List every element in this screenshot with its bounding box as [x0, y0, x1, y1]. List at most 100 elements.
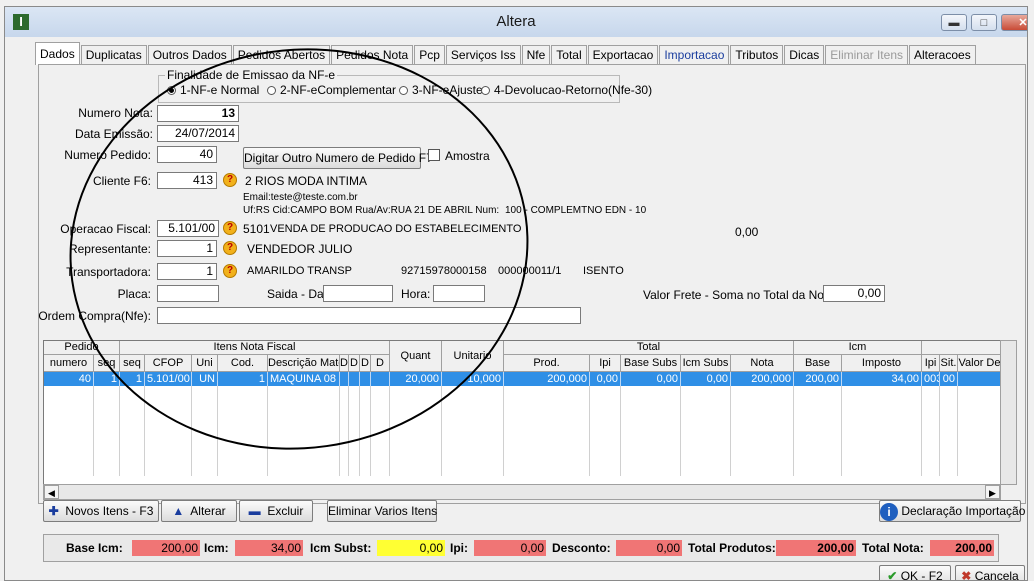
representante-field[interactable]: 1	[157, 240, 217, 257]
tab-dados[interactable]: Dados	[35, 42, 80, 65]
grid-cell[interactable]	[349, 372, 360, 386]
grid-cell[interactable]: 10,000	[442, 372, 504, 386]
items-grid[interactable]: Pedido Itens Nota Fiscal Total Icm numer…	[43, 340, 1001, 485]
close-button[interactable]: ✕	[1001, 14, 1027, 31]
transportadora-lookup-icon[interactable]: ?	[223, 264, 237, 278]
grid-cell[interactable]: 5.101/00	[145, 372, 192, 386]
grid-cell[interactable]: 003	[922, 372, 940, 386]
grid-cell[interactable]	[958, 372, 1000, 386]
tab-nfe[interactable]: Nfe	[521, 45, 551, 65]
placa-field[interactable]	[157, 285, 219, 302]
radio-nfe-ajuste[interactable]: 3-NF-eAjuste	[399, 83, 483, 97]
column-header[interactable]: D	[349, 355, 360, 372]
column-header[interactable]: Cod.	[218, 355, 268, 372]
digitar-outro-pedido-button[interactable]: Digitar Outro Numero de Pedido F7	[243, 147, 433, 169]
cancel-button[interactable]: ✖ Cancela	[955, 565, 1025, 580]
numero-nota-field[interactable]: 13	[157, 105, 239, 122]
column-header[interactable]: Base	[794, 355, 842, 372]
column-header[interactable]: Descrição Mate	[268, 355, 340, 372]
tab-total[interactable]: Total	[551, 45, 587, 65]
grid-cell[interactable]: 200,00	[794, 372, 842, 386]
grid-cell[interactable]	[371, 372, 390, 386]
ordem-compra-field[interactable]	[157, 307, 581, 324]
tab-eliminar-itens: Eliminar Itens	[825, 45, 908, 65]
tab-servi-os-iss[interactable]: Serviços Iss	[445, 45, 521, 65]
grid-cell[interactable]: 200,000	[731, 372, 794, 386]
grid-vertical-scrollbar[interactable]	[1000, 340, 1017, 485]
grid-cell[interactable]: 1	[120, 372, 145, 386]
grid-cell[interactable]: 0,00	[681, 372, 731, 386]
maximize-button[interactable]: □	[971, 14, 997, 31]
column-header[interactable]: D	[360, 355, 371, 372]
grid-cell[interactable]: 40	[44, 372, 94, 386]
grid-cell[interactable]: 1	[94, 372, 120, 386]
tab-alteracoes[interactable]: Alteracoes	[909, 45, 976, 65]
grid-cell[interactable]: 0,00	[590, 372, 621, 386]
grid-cell[interactable]: 0,00	[621, 372, 681, 386]
tab-pcp[interactable]: Pcp	[414, 45, 445, 65]
minimize-button[interactable]: ▬	[941, 14, 967, 31]
column-header[interactable]: Ipi	[590, 355, 621, 372]
amostra-checkbox[interactable]	[428, 149, 440, 161]
grid-cell[interactable]	[340, 372, 349, 386]
novos-itens-button[interactable]: ✚ Novos Itens - F3	[43, 500, 159, 522]
column-header[interactable]: Nota	[731, 355, 794, 372]
grid-cell[interactable]: 34,00	[842, 372, 922, 386]
column-header[interactable]: seq	[120, 355, 145, 372]
grid-horizontal-scrollbar[interactable]: ◀ ▶	[43, 484, 1001, 500]
column-header[interactable]: Uni	[192, 355, 218, 372]
tab-pedidos-nota[interactable]: Pedidos Nota	[331, 45, 414, 65]
column-header[interactable]: Unitario	[442, 341, 504, 372]
grid-cell[interactable]: UN	[192, 372, 218, 386]
tab-exportacao[interactable]: Exportacao	[587, 45, 659, 65]
column-header[interactable]: seq	[94, 355, 120, 372]
grid-column-divider	[93, 386, 94, 476]
excluir-button[interactable]: ▬ Excluir	[239, 500, 313, 522]
tab-outros-dados[interactable]: Outros Dados	[147, 45, 232, 65]
tab-duplicatas[interactable]: Duplicatas	[80, 45, 147, 65]
grid-cell[interactable]: 00	[940, 372, 958, 386]
transportadora-field[interactable]: 1	[157, 263, 217, 280]
tab-pedidos-abertos[interactable]: Pedidos Abertos	[232, 45, 331, 65]
grid-cell[interactable]: 1	[218, 372, 268, 386]
column-header[interactable]: D	[371, 355, 390, 372]
column-header[interactable]: Sit.	[940, 355, 958, 372]
declaracao-importacao-button[interactable]: i Declaração Importação	[879, 500, 1025, 522]
tab-importacao[interactable]: Importacao	[659, 45, 730, 65]
representante-lookup-icon[interactable]: ?	[223, 241, 237, 255]
operacao-lookup-icon[interactable]: ?	[223, 221, 237, 235]
column-header[interactable]: Icm Subs	[681, 355, 731, 372]
valor-frete-field[interactable]: 0,00	[823, 285, 885, 302]
column-header[interactable]: Imposto	[842, 355, 922, 372]
column-header[interactable]: CFOP	[145, 355, 192, 372]
grid-column-divider	[267, 386, 268, 476]
column-header[interactable]: Ipi	[922, 355, 940, 372]
cliente-lookup-icon[interactable]: ?	[223, 173, 237, 187]
column-header[interactable]: Quant	[390, 341, 442, 372]
column-header[interactable]: Base Subs	[621, 355, 681, 372]
grid-cell[interactable]: 20,000	[390, 372, 442, 386]
cliente-field[interactable]: 413	[157, 172, 217, 189]
column-header[interactable]: D	[340, 355, 349, 372]
column-header[interactable]: Valor De	[958, 355, 1000, 372]
tab-dicas[interactable]: Dicas	[784, 45, 825, 65]
ok-button[interactable]: ✔ OK - F2	[879, 565, 951, 580]
data-emissao-field[interactable]: 24/07/2014	[157, 125, 239, 142]
grid-cell[interactable]: 200,000	[504, 372, 590, 386]
radio-nfe-complementar[interactable]: 2-NF-eComplementar	[267, 83, 396, 97]
saida-field[interactable]	[323, 285, 393, 302]
grid-cell[interactable]: MAQUINA 08 0	[268, 372, 340, 386]
column-header[interactable]: Prod.	[504, 355, 590, 372]
operacao-fiscal-field[interactable]: 5.101/00	[157, 220, 219, 237]
scroll-right-icon[interactable]: ▶	[985, 485, 1000, 499]
alterar-button[interactable]: ▲ Alterar	[161, 500, 237, 522]
radio-devolucao[interactable]: 4-Devolucao-Retorno(Nfe-30)	[481, 83, 652, 97]
column-header[interactable]: numero	[44, 355, 94, 372]
scroll-left-icon[interactable]: ◀	[44, 485, 59, 499]
grid-cell[interactable]	[360, 372, 371, 386]
tab-tributos[interactable]: Tributos	[730, 45, 784, 65]
hora-field[interactable]	[433, 285, 485, 302]
radio-nfe-normal[interactable]: 1-NF-e Normal	[167, 83, 259, 97]
numero-pedido-field[interactable]: 40	[157, 146, 217, 163]
eliminar-varios-button[interactable]: Eliminar Varios Itens	[327, 500, 437, 522]
